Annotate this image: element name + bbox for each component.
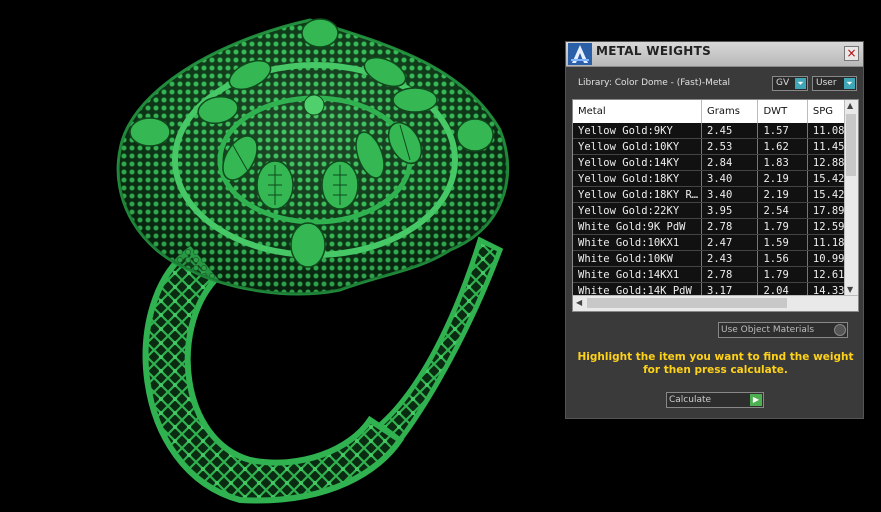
cell-grams: 2.84 — [701, 154, 759, 171]
cell-metal: Yellow Gold:10KY — [573, 138, 702, 155]
table-header-row: Metal Grams DWT SPG — [573, 100, 858, 123]
horizontal-scrollbar[interactable]: ◀ — [573, 295, 858, 311]
play-arrow-icon: ▶ — [750, 394, 762, 406]
cell-dwt: 1.83 — [757, 154, 808, 171]
cell-dwt: 2.19 — [757, 170, 808, 187]
toggle-circle-icon — [834, 324, 846, 336]
scroll-left-icon[interactable]: ◀ — [576, 298, 582, 307]
table-row[interactable]: Yellow Gold:14KY 2.84 1.83 12.88 — [573, 154, 858, 171]
cell-grams: 2.78 — [701, 218, 759, 235]
table-row[interactable]: White Gold:10KW 2.43 1.56 10.99 — [573, 250, 858, 267]
instruction-line-1: Highlight the item you want to find the … — [577, 351, 854, 363]
cell-dwt: 2.19 — [757, 186, 808, 203]
cell-metal: Yellow Gold:9KY — [573, 123, 702, 139]
cell-dwt: 2.54 — [757, 202, 808, 219]
cell-grams: 3.95 — [701, 202, 759, 219]
cell-grams: 2.47 — [701, 234, 759, 251]
table-row[interactable]: Yellow Gold:22KY 3.95 2.54 17.89 — [573, 202, 858, 219]
cell-metal: White Gold:10KW — [573, 250, 702, 267]
metal-table-grid: Metal Grams DWT SPG Yellow Gold:9KY 2.45 1… — [573, 100, 858, 299]
column-header-grams[interactable]: Grams — [701, 100, 759, 123]
instruction-text: Highlight the item you want to find the … — [566, 351, 865, 377]
calculate-label: Calculate — [669, 395, 712, 405]
instruction-line-2: for then press calculate. — [643, 364, 788, 376]
vertical-scroll-thumb[interactable] — [846, 114, 856, 176]
calculate-button[interactable]: Calculate ▶ — [666, 392, 764, 408]
app-logo-icon — [568, 43, 592, 65]
cell-dwt: 1.56 — [757, 250, 808, 267]
table-row[interactable]: White Gold:9K PdW 2.78 1.79 12.59 — [573, 218, 858, 235]
user-dropdown-label: User — [816, 78, 837, 88]
cell-metal: White Gold:14KX1 — [573, 266, 702, 283]
gv-dropdown[interactable]: GV ⏷ — [772, 76, 808, 91]
cell-metal: White Gold:10KX1 — [573, 234, 702, 251]
table-row[interactable]: White Gold:14KX1 2.78 1.79 12.61 — [573, 266, 858, 283]
cell-grams: 3.40 — [701, 186, 759, 203]
chevron-down-icon: ⏷ — [844, 78, 855, 89]
cell-grams: 2.53 — [701, 138, 759, 155]
cell-grams: 2.78 — [701, 266, 759, 283]
metal-weights-panel: METAL WEIGHTS × Library: Color Dome - (F… — [565, 41, 864, 419]
library-label: Library: Color Dome - (Fast)-Metal — [578, 78, 730, 88]
user-dropdown[interactable]: User ⏷ — [812, 76, 857, 91]
panel-titlebar[interactable]: METAL WEIGHTS × — [566, 42, 863, 67]
ring-render — [116, 18, 510, 504]
use-object-materials-label: Use Object Materials — [721, 325, 815, 335]
cell-dwt: 1.79 — [757, 266, 808, 283]
cell-metal: Yellow Gold:14KY — [573, 154, 702, 171]
table-row[interactable]: Yellow Gold:10KY 2.53 1.62 11.45 — [573, 138, 858, 155]
table-row[interactable]: White Gold:10KX1 2.47 1.59 11.18 — [573, 234, 858, 251]
cell-grams: 3.40 — [701, 170, 759, 187]
cell-dwt: 1.62 — [757, 138, 808, 155]
cell-metal: Yellow Gold:18KY — [573, 170, 702, 187]
panel-title: METAL WEIGHTS — [596, 44, 712, 58]
cell-dwt: 1.57 — [757, 123, 808, 139]
cell-grams: 2.43 — [701, 250, 759, 267]
column-header-metal[interactable]: Metal — [573, 100, 702, 123]
use-object-materials-toggle[interactable]: Use Object Materials — [718, 322, 848, 338]
cell-grams: 2.45 — [701, 123, 759, 139]
table-row[interactable]: Yellow Gold:9KY 2.45 1.57 11.08 — [573, 123, 858, 139]
column-header-dwt[interactable]: DWT — [757, 100, 808, 123]
vertical-scrollbar[interactable]: ▲ ▼ — [844, 100, 858, 297]
metal-table[interactable]: Metal Grams DWT SPG Yellow Gold:9KY 2.45 1… — [572, 99, 859, 312]
table-row[interactable]: Yellow Gold:18KY 3.40 2.19 15.42 — [573, 170, 858, 187]
chevron-down-icon: ⏷ — [795, 78, 806, 89]
3d-viewport[interactable] — [0, 0, 560, 508]
cell-metal: White Gold:9K PdW — [573, 218, 702, 235]
scroll-down-icon[interactable]: ▼ — [847, 285, 853, 294]
horizontal-scroll-thumb[interactable] — [587, 298, 787, 308]
cell-dwt: 1.79 — [757, 218, 808, 235]
gv-dropdown-label: GV — [776, 78, 790, 88]
cell-metal: Yellow Gold:22KY — [573, 202, 702, 219]
scroll-up-icon[interactable]: ▲ — [847, 101, 853, 110]
cell-dwt: 1.59 — [757, 234, 808, 251]
table-row[interactable]: Yellow Gold:18KY R… 3.40 2.19 15.42 — [573, 186, 858, 203]
cell-metal: Yellow Gold:18KY R… — [573, 186, 702, 203]
close-icon[interactable]: × — [844, 46, 859, 61]
